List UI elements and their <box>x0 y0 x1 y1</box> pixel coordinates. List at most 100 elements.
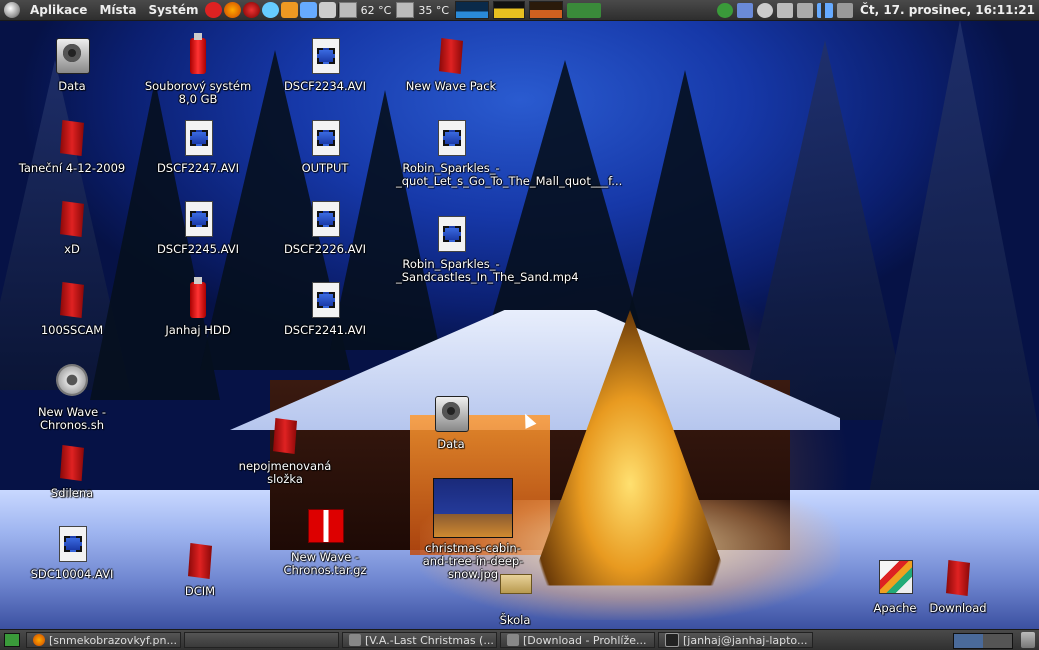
icon-label: New Wave Pack <box>405 79 497 93</box>
desktop-icon-robin-mall[interactable]: Robin_Sparkles_-_quot_Let_s_Go_To_The_Ma… <box>396 120 622 188</box>
volume-icon[interactable] <box>837 2 854 18</box>
usb-drive-icon <box>190 33 206 74</box>
menu-system[interactable]: Systém <box>142 3 204 17</box>
show-desktop-icon[interactable] <box>4 633 20 647</box>
icon-label: Janhaj HDD <box>165 323 231 337</box>
clipboard-icon[interactable] <box>777 2 794 18</box>
desktop-icon-new-wave-pack[interactable]: New Wave Pack <box>396 38 506 93</box>
menu-places[interactable]: Místa <box>93 3 142 17</box>
info-launcher-icon[interactable] <box>300 2 318 18</box>
tools-launcher-icon[interactable] <box>281 2 299 18</box>
desktop-icon-janhaj-hdd[interactable]: Janhaj HDD <box>143 277 253 337</box>
firefox-launcher-icon[interactable] <box>224 2 242 18</box>
taskbar-item-music[interactable]: [V.A.-Last Christmas (... <box>342 632 497 648</box>
folder-icon <box>273 418 297 454</box>
desktop-icon-chronos-tgz[interactable]: New Wave - Chronos.tar.gz <box>270 509 380 577</box>
icon-label: Data <box>437 437 465 451</box>
icon-label: xD <box>64 242 80 256</box>
hard-drive-icon <box>56 38 90 74</box>
desktop-icon-filesystem[interactable]: Souborový systém 8,0 GB <box>143 33 253 106</box>
desktop-icon-chronos-sh[interactable]: New Wave - Chronos.sh <box>17 364 127 432</box>
workspace-2[interactable] <box>983 634 1012 648</box>
wifi-signal-icon[interactable] <box>817 2 834 18</box>
desktop-icon-robin-sandcastles[interactable]: Robin_Sparkles_-_Sandcastles_In_The_Sand… <box>396 216 579 284</box>
menu-applications[interactable]: Aplikace <box>24 3 93 17</box>
taskbar-item-download[interactable]: [Download - Prohlíže... <box>500 632 655 648</box>
desktop-icon-output[interactable]: OUTPUT <box>270 120 380 175</box>
desktop-icon-tanecni[interactable]: Taneční 4-12-2009 <box>17 120 127 175</box>
video-file-icon <box>312 120 340 156</box>
icon-label: Robin_Sparkles_-_quot_Let_s_Go_To_The_Ma… <box>396 161 622 188</box>
disk-monitor-icon[interactable] <box>567 2 602 18</box>
panel-indicators: 62 °C 35 °C Čt, 17. prosinec, 16:11:21 <box>338 0 1035 20</box>
desktop-icon-xd[interactable]: xD <box>17 201 127 256</box>
script-gear-icon <box>56 364 88 396</box>
taskbar-item-empty[interactable] <box>184 632 339 648</box>
icon-label: DSCF2247.AVI <box>156 161 240 175</box>
workspace-1[interactable] <box>954 634 983 648</box>
icon-label: Data <box>58 79 86 93</box>
icon-label: Sdilena <box>50 486 94 500</box>
icon-label: New Wave - Chronos.tar.gz <box>283 550 367 577</box>
desktop-icon-skola[interactable]: Škola <box>460 566 570 627</box>
pine-tree <box>740 40 910 420</box>
desktop-icon-dscf2226[interactable]: DSCF2226.AVI <box>270 201 380 256</box>
pine-tree <box>860 20 1039 540</box>
terminal-icon <box>665 633 679 647</box>
clock[interactable]: Čt, 17. prosinec, 16:11:21 <box>860 3 1035 17</box>
display-icon[interactable] <box>737 2 754 18</box>
video-file-icon <box>185 120 213 156</box>
desktop-icon-sdc10004[interactable]: SDC10004.AVI <box>17 526 127 581</box>
task-label: [janhaj@janhaj-lapto... <box>683 633 808 647</box>
desktop-icon-sdilena[interactable]: Sdilena <box>17 445 127 500</box>
chat-launcher-icon[interactable] <box>205 2 223 18</box>
icon-label: DCIM <box>184 584 216 598</box>
taskbar-item-terminal[interactable]: [janhaj@janhaj-lapto... <box>658 632 813 648</box>
desktop-icon-dscf2247[interactable]: DSCF2247.AVI <box>143 120 253 175</box>
desktop-icon-data[interactable]: Data <box>17 38 127 93</box>
desktop-icon-unnamed-folder[interactable]: nepojmenovaná složka <box>230 418 340 486</box>
cpu-icon <box>338 2 357 18</box>
file-launcher-icon[interactable] <box>319 2 337 18</box>
desktop-icon-100sscam[interactable]: 100SSCAM <box>17 282 127 337</box>
desktop-icon-dscf2241[interactable]: DSCF2241.AVI <box>270 282 380 337</box>
opera-launcher-icon[interactable] <box>243 2 261 18</box>
window-icon <box>507 634 519 646</box>
desktop-icon-dcim[interactable]: DCIM <box>145 543 255 598</box>
network-graph[interactable] <box>529 1 564 19</box>
taskbar-item-screenshot[interactable]: [snmekobrazovkyf.pn... <box>26 632 181 648</box>
icon-label: DSCF2241.AVI <box>283 323 367 337</box>
update-icon[interactable] <box>757 2 774 18</box>
task-label: [snmekobrazovkyf.pn... <box>49 633 177 647</box>
bluetooth-icon[interactable] <box>797 2 814 18</box>
hdd-temp-icon <box>396 2 415 18</box>
desktop-icon-dscf2234[interactable]: DSCF2234.AVI <box>270 38 380 93</box>
video-file-icon <box>59 526 87 562</box>
icon-label: nepojmenovaná složka <box>238 459 332 486</box>
window-icon <box>349 634 361 646</box>
video-file-icon <box>185 201 213 237</box>
workspace-switcher[interactable] <box>953 633 1013 649</box>
pine-tree <box>620 70 750 350</box>
trash-icon[interactable] <box>1021 632 1035 648</box>
usb-drive-icon <box>190 277 206 318</box>
icon-label: Robin_Sparkles_-_Sandcastles_In_The_Sand… <box>396 257 579 284</box>
desktop-icon-dscf2245[interactable]: DSCF2245.AVI <box>143 201 253 256</box>
desktop-icon-data-2[interactable]: Data <box>396 396 506 451</box>
video-file-icon <box>438 216 466 252</box>
icon-label: SDC10004.AVI <box>30 567 114 581</box>
memory-graph[interactable] <box>493 1 526 19</box>
video-file-icon <box>438 120 466 156</box>
desktop-icon-download[interactable]: Download <box>903 560 1013 615</box>
cpu-graph[interactable] <box>455 1 490 19</box>
bird-launcher-icon[interactable] <box>262 2 280 18</box>
task-label: [Download - Prohlíže... <box>523 633 647 647</box>
box-icon <box>500 574 532 594</box>
folder-icon <box>188 543 212 579</box>
ubuntu-logo-icon[interactable] <box>4 2 20 18</box>
icon-label: Taneční 4-12-2009 <box>18 161 126 175</box>
play-icon[interactable] <box>717 2 734 18</box>
icon-label: OUTPUT <box>301 161 349 175</box>
cpu-temperature: 62 °C <box>360 3 392 17</box>
video-file-icon <box>312 201 340 237</box>
